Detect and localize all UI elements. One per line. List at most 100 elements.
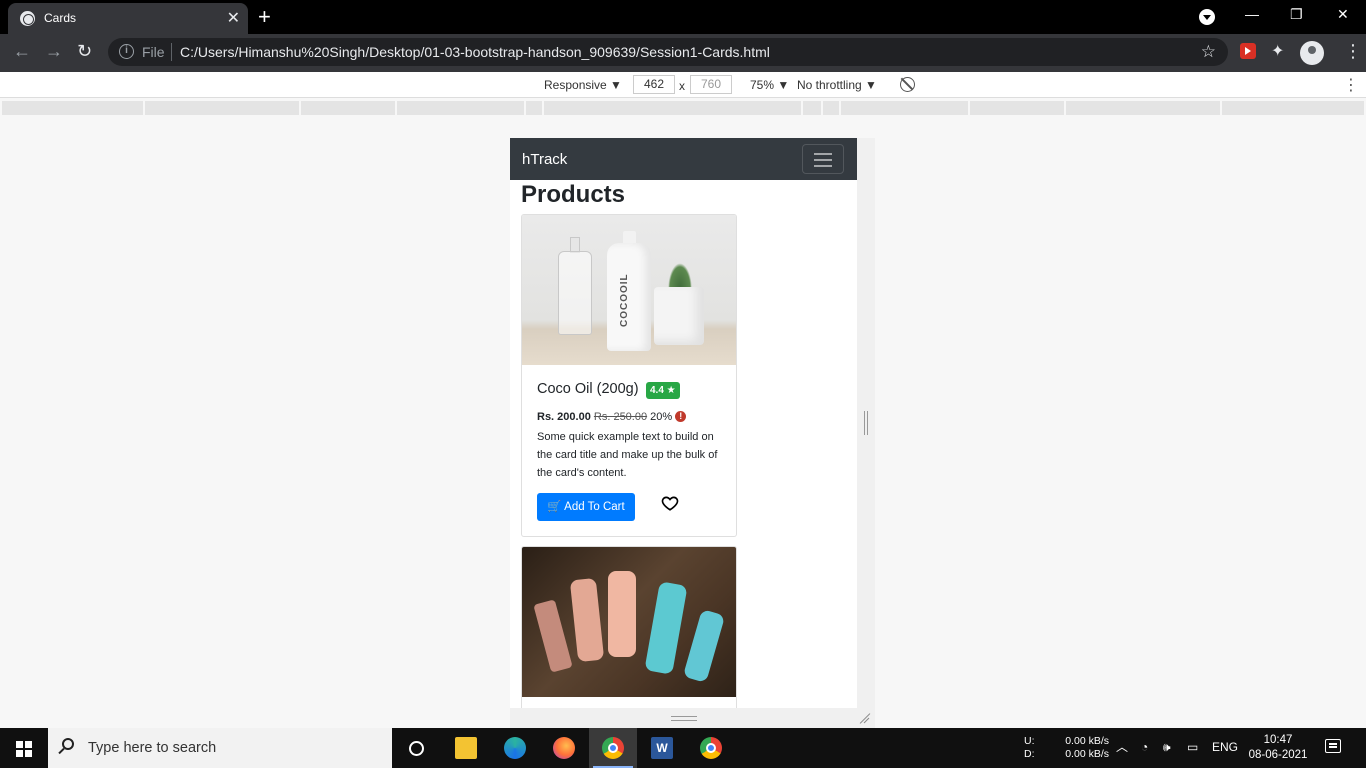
search-placeholder: Type here to search — [88, 740, 217, 756]
windows-taskbar: Type here to search W U: D: 0.00 kB/s 0.… — [0, 728, 1366, 768]
zoom-select[interactable]: 75% ▼ — [750, 78, 789, 92]
emulated-viewport: hTrack Products COCOOIL Coco Oil (200g) … — [510, 138, 857, 708]
media-query-segment[interactable] — [544, 101, 801, 115]
throttling-select[interactable]: No throttling ▼ — [797, 78, 877, 92]
product-title: Coco Oil (200g) — [537, 381, 639, 397]
forward-arrow-icon[interactable]: → — [45, 41, 63, 62]
bottle-label: COCOOIL — [619, 273, 630, 327]
upload-speed: 0.00 kB/s — [1065, 735, 1109, 747]
browser-tab[interactable]: Cards ✕ — [8, 3, 248, 34]
language-indicator[interactable]: ENG — [1212, 740, 1238, 754]
chrome-app[interactable] — [687, 728, 735, 768]
media-query-segment[interactable] — [841, 101, 968, 115]
tab-title: Cards — [44, 11, 77, 25]
product-image: COCOOIL — [522, 215, 736, 365]
edge-app[interactable] — [491, 728, 539, 768]
current-price: Rs. 200.00 — [537, 411, 591, 423]
alert-icon: ! — [675, 411, 687, 422]
file-explorer-app[interactable] — [442, 728, 490, 768]
resize-handle-right[interactable] — [864, 411, 868, 435]
network-speed: U: D: 0.00 kB/s 0.00 kB/s — [1024, 735, 1109, 761]
media-query-bar — [0, 99, 1366, 116]
minimize-button[interactable]: — — [1245, 6, 1259, 22]
show-hidden-icons[interactable]: ︿ — [1116, 738, 1128, 755]
heart-icon[interactable] — [661, 494, 679, 512]
resize-handle-corner[interactable] — [858, 712, 870, 724]
product-card: COCOOIL Coco Oil (200g) 4.4 ★ Rs. 200.00… — [521, 214, 737, 537]
url-text[interactable]: C:/Users/Himanshu%20Singh/Desktop/01-03-… — [180, 44, 770, 60]
word-icon: W — [651, 737, 673, 759]
viewport-height-input[interactable]: 760 — [690, 75, 732, 94]
browser-toolbar: ← → ↻ i File C:/Users/Himanshu%20Singh/D… — [0, 34, 1366, 72]
info-icon[interactable]: i — [119, 44, 134, 59]
media-query-segment[interactable] — [803, 101, 821, 115]
chrome-app-active[interactable] — [589, 728, 637, 768]
back-arrow-icon[interactable]: ← — [13, 41, 31, 62]
restore-button[interactable]: ❐ — [1290, 6, 1303, 23]
rotate-icon[interactable] — [900, 77, 915, 92]
media-query-segment[interactable] — [970, 101, 1064, 115]
window-close-button[interactable]: ✕ — [1337, 6, 1349, 23]
battery-icon[interactable]: ▭ — [1187, 740, 1198, 754]
windows-start-icon[interactable] — [16, 741, 32, 757]
system-clock[interactable]: 10:47 08-06-2021 — [1246, 733, 1310, 763]
wifi-icon[interactable]: ◔ — [1141, 740, 1148, 754]
download-speed: 0.00 kB/s — [1065, 748, 1109, 760]
media-query-segment[interactable] — [1222, 101, 1364, 115]
search-icon — [62, 738, 74, 750]
word-app[interactable]: W — [638, 728, 686, 768]
browser-tab-strip: Cards ✕ + — ❐ ✕ — [0, 0, 1366, 34]
extension-puzzle-icon[interactable]: ✦ — [1271, 41, 1284, 61]
folder-icon — [455, 737, 477, 759]
discount-text: 20% — [650, 411, 673, 423]
hamburger-icon[interactable] — [802, 144, 844, 174]
chrome-icon — [602, 737, 624, 759]
device-menu-icon[interactable]: ⋮ — [1343, 75, 1359, 95]
firefox-app[interactable] — [540, 728, 588, 768]
profile-icon[interactable] — [1300, 41, 1324, 65]
viewport-width-input[interactable]: 462 — [633, 75, 675, 94]
navbar-brand[interactable]: hTrack — [522, 151, 567, 168]
firefox-icon — [553, 737, 575, 759]
globe-icon — [20, 11, 35, 26]
star-icon[interactable]: ☆ — [1201, 42, 1216, 62]
clock-date: 08-06-2021 — [1248, 749, 1308, 761]
dimension-separator: x — [679, 79, 685, 93]
omnibox-separator — [171, 43, 172, 61]
media-query-segment[interactable] — [145, 101, 299, 115]
resize-handle-bottom[interactable] — [671, 716, 697, 721]
add-to-cart-button[interactable]: 🛒 Add To Cart — [537, 493, 635, 521]
product-image — [522, 547, 736, 697]
taskbar-search[interactable]: Type here to search — [48, 728, 392, 768]
volume-icon[interactable]: 🕪 — [1163, 740, 1171, 755]
device-toolbar: Responsive ▼ 462 x 760 75% ▼ No throttli… — [0, 72, 1366, 98]
kebab-menu-icon[interactable]: ⋮ — [1344, 41, 1362, 62]
product-card — [521, 546, 737, 708]
tab-search-icon[interactable] — [1199, 9, 1215, 25]
tab-close-icon[interactable]: ✕ — [227, 8, 240, 28]
notification-icon[interactable] — [1325, 739, 1341, 753]
site-navbar: hTrack — [510, 138, 857, 180]
new-tab-button[interactable]: + — [258, 4, 271, 30]
chrome-icon — [700, 737, 722, 759]
page-title: Products — [521, 181, 626, 208]
reload-icon[interactable]: ↻ — [77, 41, 92, 62]
price-row: Rs. 200.00 Rs. 250.00 20% ! — [537, 411, 687, 423]
media-query-segment[interactable] — [526, 101, 542, 115]
media-query-segment[interactable] — [2, 101, 143, 115]
media-query-segment[interactable] — [301, 101, 395, 115]
product-description: Some quick example text to build on the … — [537, 431, 718, 479]
net-labels: U: D: — [1024, 735, 1035, 760]
edge-icon — [504, 737, 526, 759]
address-bar[interactable]: i File C:/Users/Himanshu%20Singh/Desktop… — [108, 38, 1228, 66]
media-query-segment[interactable] — [823, 101, 839, 115]
cortana-icon[interactable] — [409, 741, 424, 756]
extension-icon[interactable] — [1240, 43, 1256, 59]
file-scheme-label: File — [142, 44, 165, 60]
device-select[interactable]: Responsive ▼ — [544, 78, 622, 92]
original-price: Rs. 250.00 — [593, 411, 648, 423]
rating-badge: 4.4 ★ — [646, 382, 680, 399]
media-query-segment[interactable] — [1066, 101, 1220, 115]
media-query-segment[interactable] — [397, 101, 524, 115]
clock-time: 10:47 — [1263, 734, 1293, 746]
